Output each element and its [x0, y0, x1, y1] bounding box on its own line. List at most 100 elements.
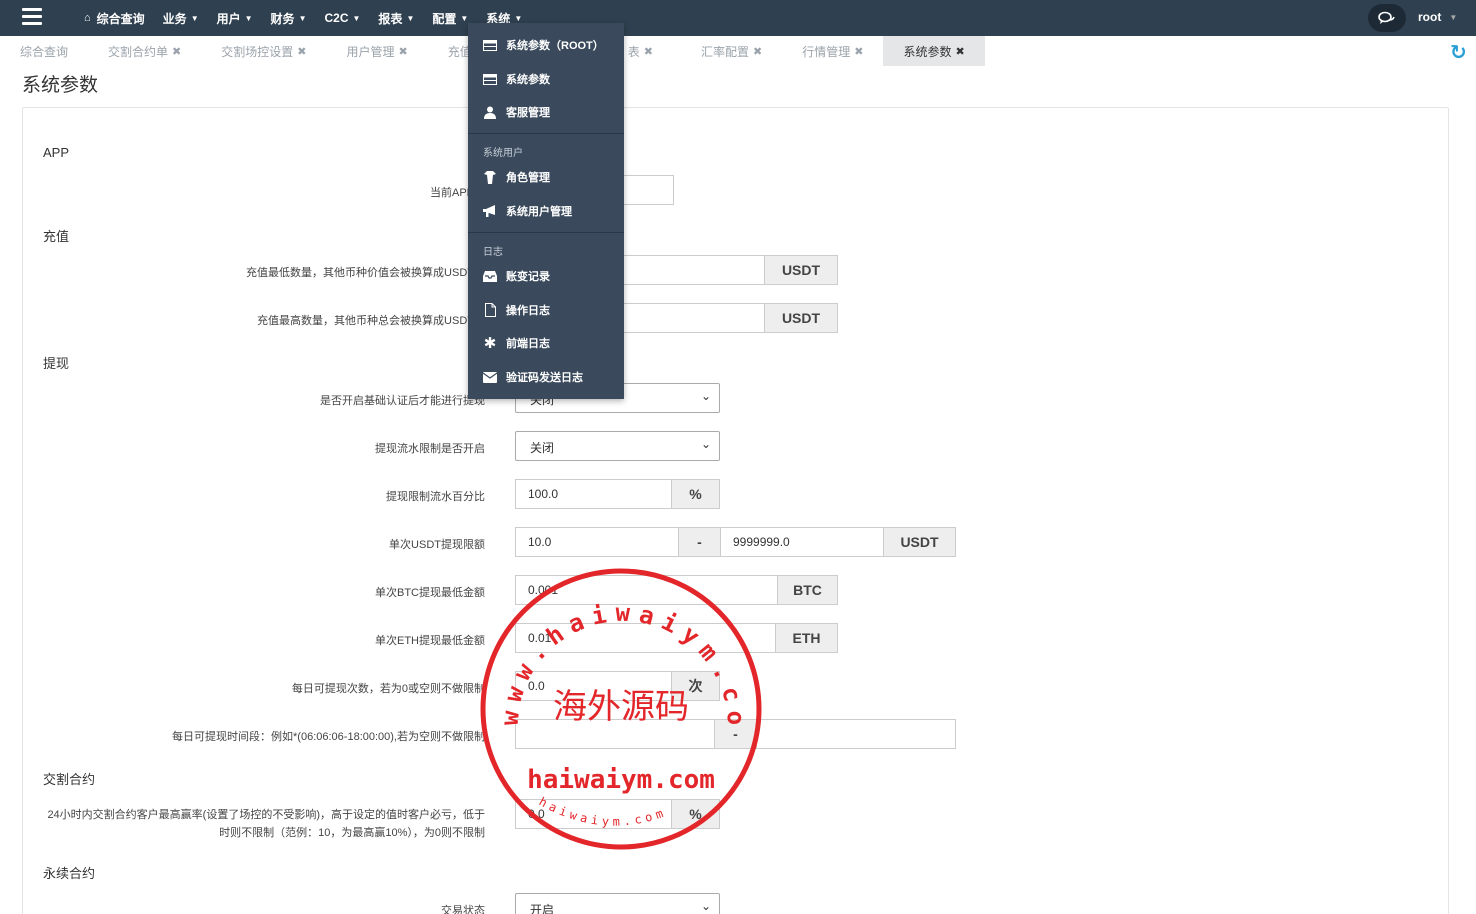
nav-item-c2c[interactable]: C2C ▼: [324, 11, 360, 25]
menu-item-sms-log[interactable]: 验证码发送日志: [468, 367, 624, 387]
withdraw-flow-limit-select[interactable]: 关闭 ⌄: [515, 431, 720, 461]
usdt-limit-separator: -: [678, 527, 721, 557]
nav-item-reports[interactable]: 报表 ▼: [378, 10, 414, 27]
caret-down-icon: ▼: [406, 13, 415, 23]
withdraw-flow-pct-unit: %: [671, 479, 720, 509]
chevron-down-icon: ⌄: [700, 437, 711, 451]
win-rate-input[interactable]: 0.0: [515, 799, 672, 829]
usdt-limit-min-input[interactable]: 10.0: [515, 527, 679, 557]
eth-min-unit: ETH: [775, 623, 838, 653]
close-icon[interactable]: ✖: [399, 45, 408, 58]
envelope-icon: [483, 370, 497, 384]
daily-time-end-input[interactable]: [756, 719, 956, 749]
user-menu[interactable]: root ▼: [1418, 10, 1457, 24]
daily-count-unit: 次: [671, 671, 720, 701]
win-rate-unit: %: [671, 799, 720, 829]
win-rate-label: 24小时内交割合约客户最高赢率(设置了场控的不受影响)，高于设定的值时客户必亏，…: [47, 809, 485, 839]
menu-item-balance-log[interactable]: 账变记录: [468, 266, 624, 286]
user-icon: [483, 105, 497, 119]
nav-item-overview[interactable]: ⌂ 综合查询: [84, 10, 145, 27]
btc-min-unit: BTC: [777, 575, 838, 605]
withdraw-flow-pct-label: 提现限制流水百分比: [386, 491, 485, 503]
section-recharge: 充值: [43, 229, 70, 244]
tab-system-params[interactable]: 系统参数 ✖: [883, 36, 985, 66]
trade-status-select[interactable]: 开启 ⌄: [515, 893, 720, 914]
caret-down-icon: ▼: [298, 13, 307, 23]
withdraw-flow-pct-input[interactable]: 100.0: [515, 479, 672, 509]
home-icon: ⌂: [84, 12, 91, 24]
section-withdraw: 提现: [43, 356, 70, 371]
daily-time-start-input[interactable]: [515, 719, 715, 749]
recharge-max-label: 充值最高数量，其他币种总会被换算成USDT再: [257, 315, 485, 327]
daily-time-label: 每日可提现时间段：例如*(06:06:06-18:00:00),若为空则不做限制: [172, 731, 485, 743]
recharge-min-unit: USDT: [764, 255, 838, 285]
top-navbar: ⌂ 综合查询 业务 ▼ 用户 ▼ 财务 ▼ C2C ▼ 报表 ▼ 配置 ▼ 系统 ▼ root ▼: [0, 0, 1476, 36]
menu-item-system-params-root[interactable]: 系统参数（ROOT）: [468, 35, 624, 55]
tab-delivery-orders[interactable]: 交割合约单 ✖: [88, 36, 201, 66]
daily-count-label: 每日可提现次数，若为0或空则不做限制: [291, 683, 485, 695]
caret-down-icon: ▼: [1449, 12, 1458, 22]
btc-min-label: 单次BTC提现最低金额: [375, 587, 485, 599]
page-title: 系统参数: [22, 75, 99, 96]
chat-button[interactable]: [1368, 4, 1406, 32]
menu-group-system-users: 系统用户: [483, 148, 523, 159]
chevron-down-icon: ⌄: [700, 899, 711, 913]
page-tabs: 综合查询 交割合约单 ✖ 交割场控设置 ✖ 用户管理 ✖ 充值 表 ✖ 汇率配置 ✖ 行情…: [0, 36, 1476, 66]
menu-item-customer-service[interactable]: 客服管理: [468, 102, 624, 122]
close-icon[interactable]: ✖: [172, 45, 181, 58]
chevron-down-icon: ⌄: [700, 389, 711, 403]
section-perpetual: 永续合约: [43, 866, 96, 881]
daily-count-input[interactable]: 0.0: [515, 671, 672, 701]
close-icon[interactable]: ✖: [753, 45, 762, 58]
section-app: APP: [43, 145, 70, 160]
asterisk-icon: ✱: [483, 335, 497, 352]
caret-down-icon: ▼: [244, 13, 253, 23]
usdt-limit-max-input[interactable]: 9999999.0: [720, 527, 884, 557]
shirt-icon: [483, 170, 497, 184]
chat-icon: [1378, 11, 1395, 24]
menu-item-system-user-management[interactable]: 系统用户管理: [468, 201, 624, 221]
recharge-min-label: 充值最低数量，其他币种价值会被换算成USDT再: [246, 267, 485, 279]
refresh-icon[interactable]: ↻: [1450, 40, 1467, 65]
tab-market[interactable]: 行情管理 ✖: [782, 36, 883, 66]
table-icon: [483, 72, 497, 86]
system-dropdown-menu: 系统参数（ROOT） 系统参数 客服管理 系统用户 角色管理 系统用户管理 日志…: [468, 23, 624, 399]
tab-user-management[interactable]: 用户管理 ✖: [326, 36, 427, 66]
caret-down-icon: ▼: [352, 13, 361, 23]
withdraw-basic-auth-label: 是否开启基础认证后才能进行提现: [320, 395, 485, 407]
close-icon[interactable]: ✖: [955, 45, 964, 58]
menu-item-frontend-log[interactable]: ✱ 前端日志: [468, 333, 624, 353]
tab-exchange-rate[interactable]: 汇率配置 ✖: [681, 36, 782, 66]
withdraw-flow-limit-label: 提现流水限制是否开启: [375, 443, 485, 455]
nav-item-users[interactable]: 用户 ▼: [217, 10, 253, 27]
nav-item-finance[interactable]: 财务 ▼: [271, 10, 307, 27]
menu-toggle-icon[interactable]: [22, 8, 42, 26]
close-icon[interactable]: ✖: [297, 45, 306, 58]
table-icon: [483, 38, 497, 52]
eth-min-label: 单次ETH提现最低金额: [375, 635, 485, 647]
trade-status-label: 交易状态: [441, 905, 485, 914]
bullhorn-icon: [483, 204, 497, 218]
menu-divider: [468, 232, 624, 233]
caret-down-icon: ▼: [514, 13, 523, 23]
caret-down-icon: ▼: [460, 13, 469, 23]
menu-item-system-params[interactable]: 系统参数: [468, 69, 624, 89]
caret-down-icon: ▼: [190, 13, 199, 23]
btc-min-input[interactable]: 0.001: [515, 575, 778, 605]
eth-min-input[interactable]: 0.01: [515, 623, 776, 653]
usdt-limit-label: 单次USDT提现限额: [389, 539, 485, 551]
usdt-limit-unit: USDT: [883, 527, 956, 557]
menu-item-operation-log[interactable]: 操作日志: [468, 300, 624, 320]
nav-item-business[interactable]: 业务 ▼: [163, 10, 199, 27]
menu-group-logs: 日志: [483, 247, 503, 258]
close-icon[interactable]: ✖: [644, 45, 653, 58]
close-icon[interactable]: ✖: [854, 45, 863, 58]
daily-time-separator: -: [714, 719, 757, 749]
inbox-icon: [483, 269, 497, 283]
menu-item-role-management[interactable]: 角色管理: [468, 167, 624, 187]
nav-item-config[interactable]: 配置 ▼: [432, 10, 468, 27]
tab-overview[interactable]: 综合查询: [0, 36, 88, 66]
section-delivery: 交割合约: [43, 772, 96, 787]
tab-delivery-control[interactable]: 交割场控设置 ✖: [201, 36, 326, 66]
settings-panel: [22, 107, 1449, 914]
